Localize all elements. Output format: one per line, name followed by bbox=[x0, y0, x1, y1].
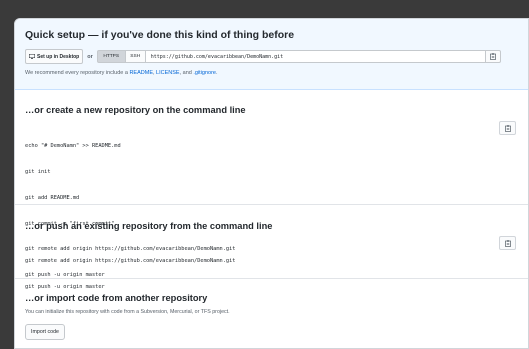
recommend-text: We recommend every repository include a … bbox=[25, 70, 218, 76]
recommend-suffix: . bbox=[216, 70, 218, 76]
push-repo-section: …or push an existing repository from the… bbox=[15, 205, 528, 290]
push-repo-title: …or push an existing repository from the… bbox=[25, 221, 273, 231]
repo-setup-panel: Quick setup — if you've done this kind o… bbox=[14, 18, 529, 349]
import-code-button[interactable]: Import code bbox=[25, 324, 65, 340]
code-line: git init bbox=[25, 168, 51, 175]
create-repo-title: …or create a new repository on the comma… bbox=[25, 105, 246, 115]
clipboard-icon bbox=[504, 239, 511, 247]
copy-url-button[interactable] bbox=[485, 50, 501, 63]
clipboard-icon bbox=[504, 124, 511, 132]
or-label: or bbox=[87, 53, 93, 60]
setup-desktop-button[interactable]: Set up in Desktop bbox=[25, 49, 84, 64]
code-line: echo "# DemoNamn" >> README.md bbox=[25, 143, 121, 150]
code-line: git remote add origin https://github.com… bbox=[25, 258, 236, 265]
copy-create-commands-button[interactable] bbox=[499, 121, 516, 135]
quick-setup-box: Quick setup — if you've done this kind o… bbox=[15, 19, 528, 90]
recommend-sep-2: , and bbox=[179, 70, 194, 76]
clone-url-row: Set up in Desktop or HTTPS SSH https://g… bbox=[25, 49, 501, 64]
gitignore-link[interactable]: .gitignore bbox=[193, 70, 216, 76]
import-code-section: …or import code from another repository … bbox=[15, 279, 528, 348]
import-code-title: …or import code from another repository bbox=[25, 293, 208, 303]
desktop-icon bbox=[29, 54, 35, 59]
https-toggle[interactable]: HTTPS bbox=[96, 50, 126, 63]
setup-desktop-label: Set up in Desktop bbox=[37, 53, 80, 60]
license-link[interactable]: LICENSE bbox=[156, 70, 180, 76]
clipboard-icon bbox=[489, 53, 496, 60]
import-description: You can initialize this repository with … bbox=[25, 309, 230, 315]
code-line: git add README.md bbox=[25, 194, 80, 201]
ssh-toggle[interactable]: SSH bbox=[125, 50, 146, 63]
recommend-prefix: We recommend every repository include a bbox=[25, 70, 130, 76]
create-repo-section: …or create a new repository on the comma… bbox=[15, 90, 528, 278]
copy-push-commands-button[interactable] bbox=[499, 236, 516, 250]
quick-setup-title: Quick setup — if you've done this kind o… bbox=[25, 29, 295, 41]
readme-link[interactable]: README bbox=[129, 70, 153, 76]
clone-url-input[interactable]: https://github.com/evacaribbean/DemoNamn… bbox=[145, 50, 486, 63]
